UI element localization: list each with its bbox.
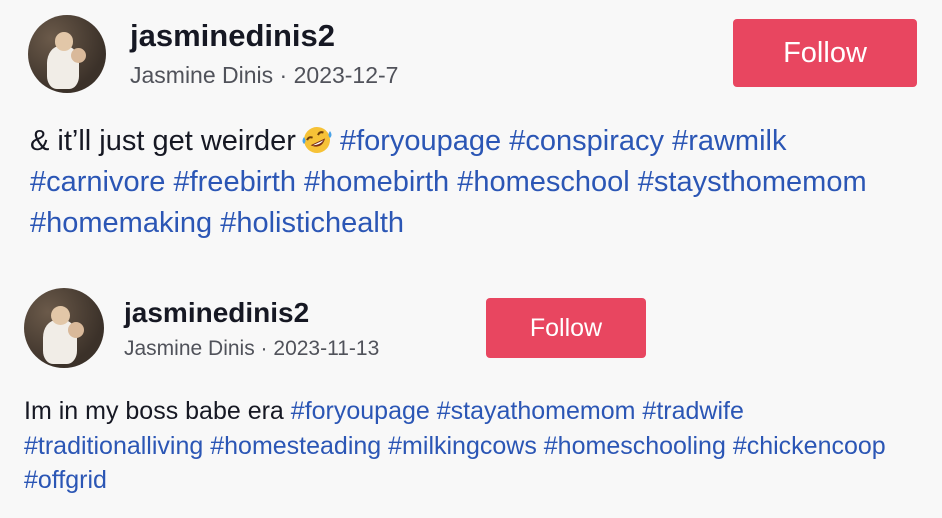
hashtag-link[interactable]: #carnivore: [30, 166, 165, 198]
display-name: Jasmine Dinis: [130, 62, 274, 88]
post-caption: Im in my boss babe era #foryoupage #stay…: [24, 394, 924, 498]
follow-button[interactable]: Follow: [486, 298, 646, 358]
hashtag-link[interactable]: #rawmilk: [672, 125, 786, 157]
hashtag-link[interactable]: #homeschool: [457, 166, 630, 198]
caption-text: Im in my boss babe era: [24, 397, 284, 425]
hashtag-link[interactable]: #offgrid: [24, 466, 107, 494]
hashtag-link[interactable]: #staysthomemom: [638, 166, 867, 198]
follow-button[interactable]: Follow: [733, 19, 917, 87]
hashtag-link[interactable]: #foryoupage: [340, 125, 501, 157]
display-name: Jasmine Dinis: [124, 337, 255, 360]
hashtag-link[interactable]: #milkingcows: [388, 432, 537, 460]
hashtag-link[interactable]: #homeschooling: [544, 432, 726, 460]
hashtag-link[interactable]: #stayathomemom: [437, 397, 636, 425]
post-meta: Jasmine Dinis · 2023-11-13: [124, 337, 379, 361]
hashtag-link[interactable]: #homemaking: [30, 207, 212, 239]
hashtag-link[interactable]: #traditionalliving: [24, 432, 203, 460]
hashtag-link[interactable]: #homesteading: [210, 432, 381, 460]
post-meta: Jasmine Dinis · 2023-12-7: [130, 62, 398, 89]
username[interactable]: jasminedinis2: [124, 297, 309, 329]
post-date: 2023-11-13: [273, 337, 380, 360]
post-caption: & it’ll just get weirder #foryoupage #co…: [30, 121, 925, 245]
meta-separator: ·: [273, 62, 294, 88]
meta-separator: ·: [254, 337, 274, 360]
post-date: 2023-12-7: [293, 62, 399, 88]
rolling-on-floor-laughing-icon: [302, 127, 332, 153]
username[interactable]: jasminedinis2: [130, 18, 335, 54]
avatar[interactable]: [28, 15, 106, 93]
hashtag-link[interactable]: #freebirth: [173, 166, 296, 198]
hashtag-link[interactable]: #conspiracy: [509, 125, 664, 157]
hashtag-link[interactable]: #holistichealth: [220, 207, 404, 239]
hashtag-link[interactable]: #foryoupage: [291, 397, 430, 425]
caption-text: & it’ll just get weirder: [30, 125, 296, 157]
hashtag-link[interactable]: #chickencoop: [733, 432, 886, 460]
hashtag-link[interactable]: #tradwife: [642, 397, 743, 425]
hashtag-link[interactable]: #homebirth: [304, 166, 449, 198]
avatar[interactable]: [24, 288, 104, 368]
